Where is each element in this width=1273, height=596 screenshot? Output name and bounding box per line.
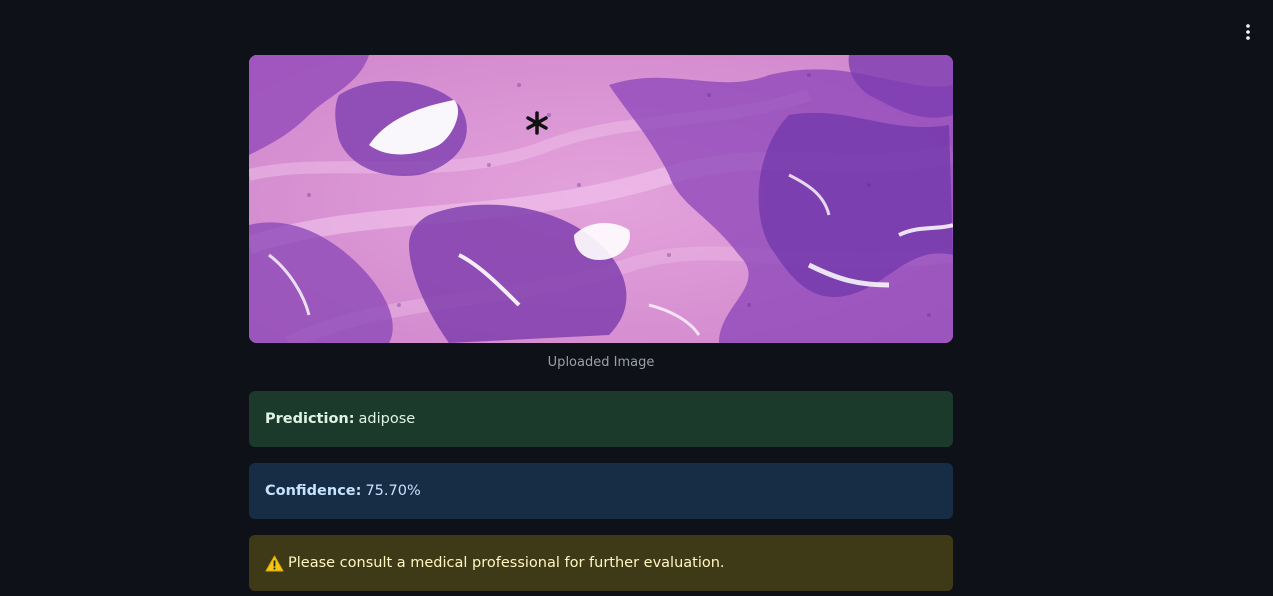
confidence-alert: Confidence: 75.70%: [249, 463, 953, 519]
image-caption: Uploaded Image: [547, 355, 655, 370]
main-menu-button[interactable]: [1237, 20, 1259, 44]
confidence-value: 75.70%: [365, 483, 421, 499]
prediction-value: adipose: [358, 411, 416, 427]
kebab-menu-icon: [1246, 24, 1250, 40]
app-root: Uploaded Image Prediction: adipose Confi…: [0, 0, 1273, 596]
histology-image-graphic: [249, 55, 953, 343]
prediction-alert: Prediction: adipose: [249, 391, 953, 447]
main-content: Uploaded Image Prediction: adipose Confi…: [249, 55, 953, 591]
prediction-label: Prediction:: [265, 411, 355, 427]
confidence-label: Confidence:: [265, 483, 362, 499]
warning-icon: [265, 555, 284, 572]
warning-text: Please consult a medical professional fo…: [288, 555, 725, 571]
uploaded-image: [249, 55, 953, 343]
warning-alert: Please consult a medical professional fo…: [249, 535, 953, 591]
